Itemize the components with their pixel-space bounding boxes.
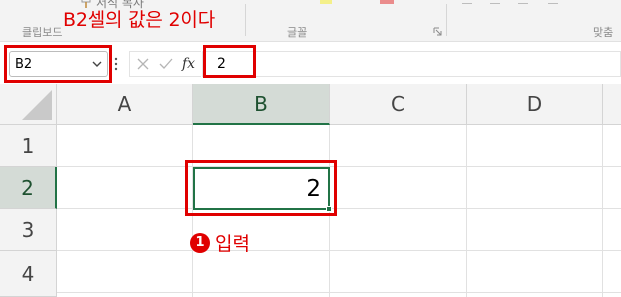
step-annotation: 1 입력: [190, 229, 250, 256]
enter-check-icon[interactable]: [159, 57, 173, 71]
name-box-value: B2: [15, 56, 33, 72]
group-label-clipboard: 클립보드: [22, 26, 63, 39]
row-header-4[interactable]: 4: [0, 251, 57, 297]
column-header-a[interactable]: A: [57, 84, 193, 125]
worksheet-grid: A B C D 1 2 3 4 2 1 입력: [0, 84, 621, 297]
gridline: [57, 208, 621, 209]
column-header-b[interactable]: B: [193, 84, 330, 125]
highlight-color-swatch[interactable]: [320, 0, 332, 4]
fill-handle[interactable]: [326, 206, 332, 212]
formula-buttons: fx: [129, 51, 201, 77]
font-color-swatch[interactable]: [380, 0, 394, 4]
more-options-icon[interactable]: [113, 57, 119, 71]
group-label-font: 글꼴: [287, 26, 308, 39]
group-label-alignment: 맞춤: [593, 26, 614, 39]
gridline: [192, 125, 193, 297]
chevron-down-icon[interactable]: [91, 58, 103, 70]
column-header-e[interactable]: [603, 84, 621, 125]
gridline: [602, 125, 603, 297]
column-header-d[interactable]: D: [467, 84, 603, 125]
select-all-triangle-icon: [22, 90, 52, 120]
column-header-c[interactable]: C: [330, 84, 467, 125]
annotation-title: B2셀의 값은 2이다: [63, 9, 215, 31]
row-header-1[interactable]: 1: [0, 125, 57, 167]
step-number-badge: 1: [190, 232, 210, 253]
cell-b2[interactable]: 2: [193, 167, 332, 212]
select-all-button[interactable]: [0, 84, 57, 125]
gridline: [57, 166, 621, 167]
align-button[interactable]: [518, 0, 528, 4]
insert-function-icon[interactable]: fx: [182, 56, 195, 72]
ribbon-divider: [446, 4, 447, 36]
gridline: [466, 125, 467, 297]
align-button[interactable]: [462, 0, 472, 4]
cancel-icon[interactable]: [136, 57, 150, 71]
cell-b2-value: 2: [306, 175, 321, 202]
row-header-3[interactable]: 3: [0, 209, 57, 251]
row-header-2[interactable]: 2: [0, 167, 57, 209]
ribbon-divider: [245, 4, 246, 36]
dialog-launcher-icon[interactable]: [433, 27, 442, 36]
formula-input[interactable]: 2: [202, 51, 621, 77]
name-box[interactable]: B2: [9, 51, 108, 77]
formula-bar: B2 fx 2: [0, 44, 621, 84]
step-label: 입력: [215, 233, 250, 255]
gridline: [57, 250, 621, 251]
align-button[interactable]: [548, 0, 558, 4]
align-button[interactable]: [490, 0, 500, 4]
gridline: [57, 292, 621, 293]
